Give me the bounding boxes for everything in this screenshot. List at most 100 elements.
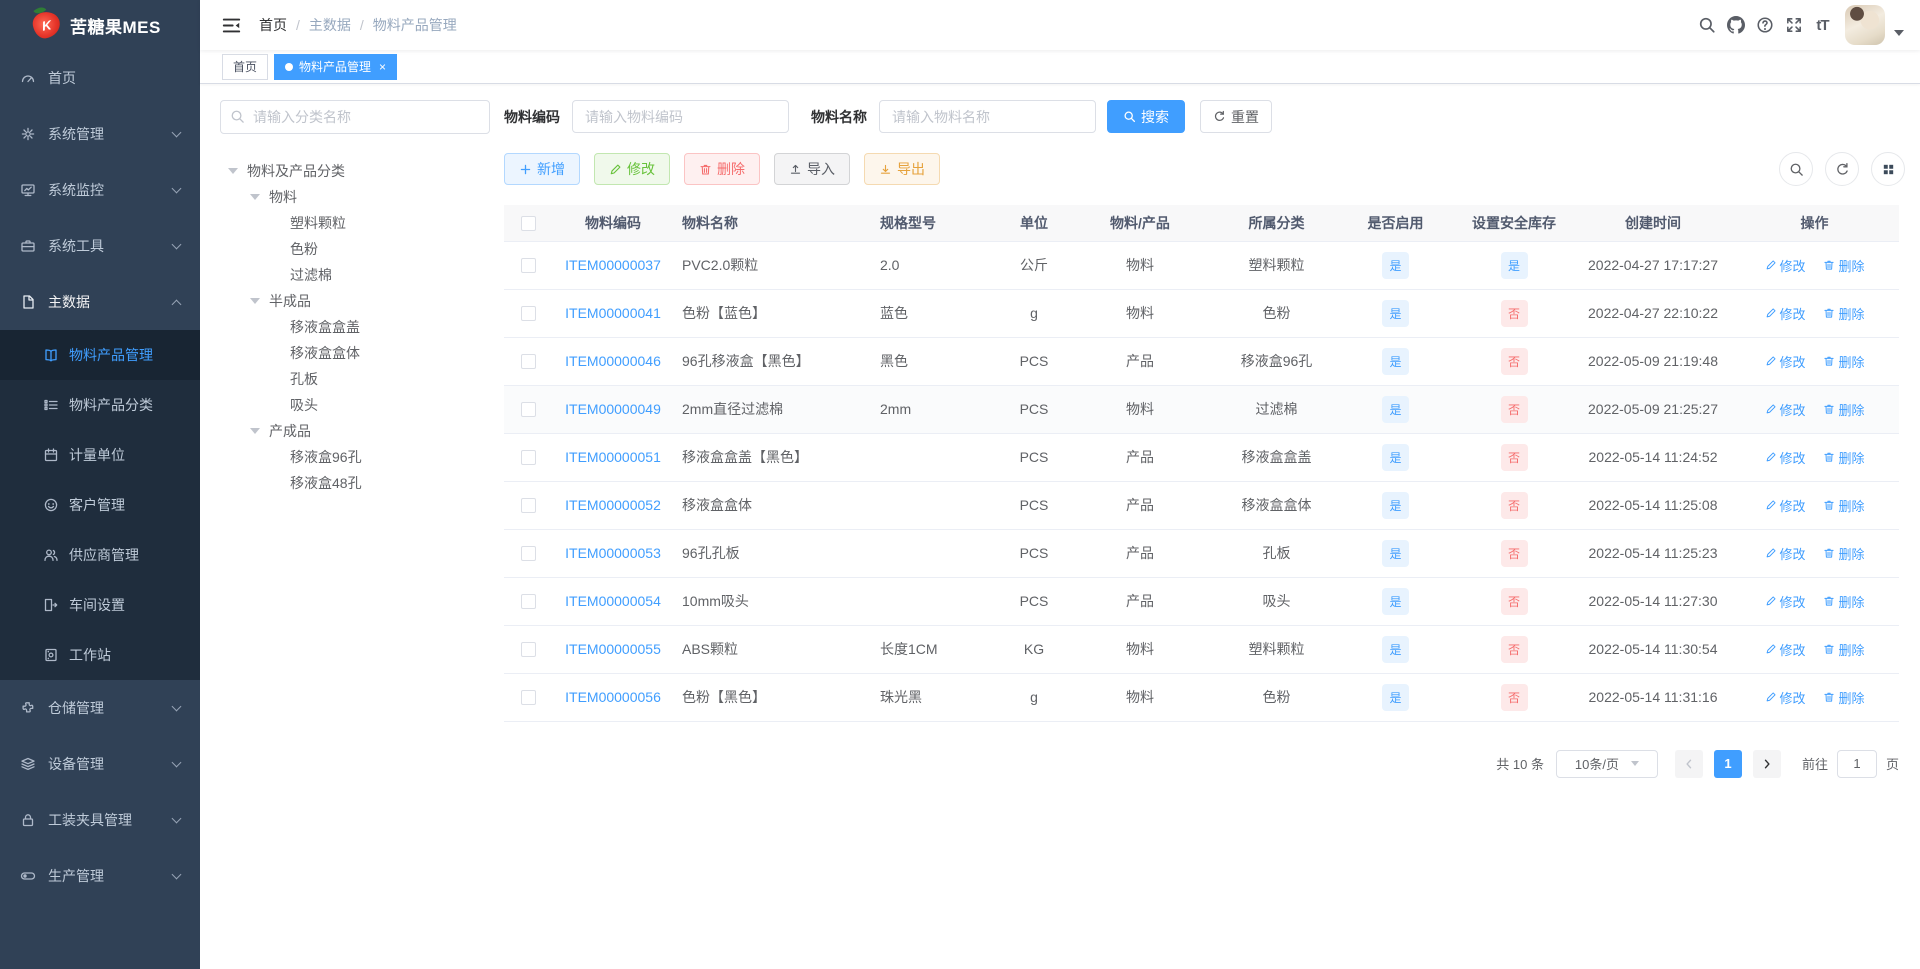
import-button[interactable]: 导入 bbox=[774, 153, 850, 185]
sidebar-item[interactable]: 供应商管理 bbox=[0, 530, 200, 580]
sidebar-item[interactable]: 首页 bbox=[0, 50, 200, 106]
code-filter-input[interactable] bbox=[572, 100, 789, 133]
caret-down-icon[interactable] bbox=[250, 194, 260, 200]
caret-down-icon[interactable] bbox=[250, 428, 260, 434]
row-checkbox[interactable] bbox=[520, 498, 536, 514]
row-edit-link[interactable]: 修改 bbox=[1765, 304, 1806, 323]
row-delete-link[interactable]: 删除 bbox=[1823, 400, 1864, 419]
github-icon[interactable] bbox=[1721, 10, 1750, 40]
caret-down-icon[interactable] bbox=[1894, 30, 1904, 36]
tree-node[interactable]: 移液盒96孔 bbox=[220, 444, 490, 470]
next-page-button[interactable] bbox=[1752, 749, 1781, 778]
row-checkbox[interactable] bbox=[520, 594, 536, 610]
row-edit-link[interactable]: 修改 bbox=[1765, 688, 1806, 707]
item-code-link[interactable]: ITEM00000037 bbox=[565, 257, 661, 273]
search-button[interactable]: 搜索 bbox=[1107, 100, 1185, 133]
prev-page-button[interactable] bbox=[1674, 749, 1703, 778]
sidebar-item[interactable]: 系统管理 bbox=[0, 106, 200, 162]
item-code-link[interactable]: ITEM00000051 bbox=[565, 449, 661, 465]
row-checkbox[interactable] bbox=[520, 354, 536, 370]
item-code-link[interactable]: ITEM00000052 bbox=[565, 497, 661, 513]
item-code-link[interactable]: ITEM00000049 bbox=[565, 401, 661, 417]
row-checkbox[interactable] bbox=[520, 258, 536, 274]
tree-node[interactable]: 物料 bbox=[220, 184, 490, 210]
sidebar-item[interactable]: 车间设置 bbox=[0, 580, 200, 630]
sidebar-item[interactable]: 物料产品管理 bbox=[0, 330, 200, 380]
sidebar-item[interactable]: 设备管理 bbox=[0, 736, 200, 792]
goto-page-input[interactable] bbox=[1836, 749, 1877, 778]
row-delete-link[interactable]: 删除 bbox=[1823, 304, 1864, 323]
item-code-link[interactable]: ITEM00000055 bbox=[565, 641, 661, 657]
category-search-input[interactable] bbox=[220, 100, 490, 134]
row-delete-link[interactable]: 删除 bbox=[1823, 640, 1864, 659]
sidebar-item[interactable]: 主数据 bbox=[0, 274, 200, 330]
item-code-link[interactable]: ITEM00000054 bbox=[565, 593, 661, 609]
sidebar-item[interactable]: 系统工具 bbox=[0, 218, 200, 274]
tree-node[interactable]: 半成品 bbox=[220, 288, 490, 314]
tree-node[interactable]: 塑料颗粒 bbox=[220, 210, 490, 236]
tree-node[interactable]: 移液盒48孔 bbox=[220, 470, 490, 496]
show-search-button[interactable] bbox=[1779, 152, 1813, 186]
row-edit-link[interactable]: 修改 bbox=[1765, 544, 1806, 563]
sidebar-item[interactable]: 生产管理 bbox=[0, 848, 200, 904]
row-delete-link[interactable]: 删除 bbox=[1823, 448, 1864, 467]
sidebar-item[interactable]: 仓储管理 bbox=[0, 680, 200, 736]
row-checkbox[interactable] bbox=[520, 690, 536, 706]
fullscreen-icon[interactable] bbox=[1779, 10, 1808, 40]
row-checkbox[interactable] bbox=[520, 450, 536, 466]
reset-button[interactable]: 重置 bbox=[1200, 100, 1272, 133]
tab-material-product[interactable]: 物料产品管理 × bbox=[274, 53, 398, 80]
row-checkbox[interactable] bbox=[520, 306, 536, 322]
sidebar-item[interactable]: 计量单位 bbox=[0, 430, 200, 480]
sidebar-item[interactable]: 工作站 bbox=[0, 630, 200, 680]
sidebar-collapse-icon[interactable] bbox=[222, 16, 241, 35]
item-code-link[interactable]: ITEM00000046 bbox=[565, 353, 661, 369]
refresh-button[interactable] bbox=[1825, 152, 1859, 186]
close-icon[interactable]: × bbox=[379, 61, 386, 73]
row-delete-link[interactable]: 删除 bbox=[1823, 496, 1864, 515]
caret-down-icon[interactable] bbox=[250, 298, 260, 304]
sidebar-item[interactable]: 物料产品分类 bbox=[0, 380, 200, 430]
current-page[interactable]: 1 bbox=[1713, 749, 1742, 778]
row-checkbox[interactable] bbox=[520, 402, 536, 418]
tree-node[interactable]: 孔板 bbox=[220, 366, 490, 392]
row-delete-link[interactable]: 删除 bbox=[1823, 544, 1864, 563]
row-delete-link[interactable]: 删除 bbox=[1823, 688, 1864, 707]
tab-home[interactable]: 首页 bbox=[222, 53, 269, 80]
tree-node[interactable]: 产成品 bbox=[220, 418, 490, 444]
breadcrumb-home[interactable]: 首页 bbox=[259, 15, 287, 35]
row-edit-link[interactable]: 修改 bbox=[1765, 640, 1806, 659]
item-code-link[interactable]: ITEM00000041 bbox=[565, 305, 661, 321]
tree-node[interactable]: 移液盒盒盖 bbox=[220, 314, 490, 340]
column-settings-button[interactable] bbox=[1871, 152, 1905, 186]
row-edit-link[interactable]: 修改 bbox=[1765, 400, 1806, 419]
row-edit-link[interactable]: 修改 bbox=[1765, 448, 1806, 467]
page-size-select[interactable]: 10条/页 bbox=[1555, 749, 1658, 778]
row-delete-link[interactable]: 删除 bbox=[1823, 256, 1864, 275]
row-edit-link[interactable]: 修改 bbox=[1765, 352, 1806, 371]
tree-node[interactable]: 移液盒盒体 bbox=[220, 340, 490, 366]
sidebar-item[interactable]: 工装夹具管理 bbox=[0, 792, 200, 848]
tree-node[interactable]: 过滤棉 bbox=[220, 262, 490, 288]
delete-button[interactable]: 删除 bbox=[684, 153, 760, 185]
sidebar-item[interactable]: 客户管理 bbox=[0, 480, 200, 530]
item-code-link[interactable]: ITEM00000056 bbox=[565, 689, 661, 705]
row-checkbox[interactable] bbox=[520, 546, 536, 562]
sidebar-item[interactable]: 系统监控 bbox=[0, 162, 200, 218]
row-edit-link[interactable]: 修改 bbox=[1765, 496, 1806, 515]
row-delete-link[interactable]: 删除 bbox=[1823, 592, 1864, 611]
tree-node[interactable]: 色粉 bbox=[220, 236, 490, 262]
font-size-icon[interactable]: tT bbox=[1808, 10, 1837, 40]
search-icon[interactable] bbox=[1692, 10, 1721, 40]
help-icon[interactable] bbox=[1750, 10, 1779, 40]
export-button[interactable]: 导出 bbox=[864, 153, 940, 185]
breadcrumb-item[interactable]: 主数据 bbox=[309, 15, 351, 35]
add-button[interactable]: 新增 bbox=[504, 153, 580, 185]
tree-node[interactable]: 物料及产品分类 bbox=[220, 158, 490, 184]
name-filter-input[interactable] bbox=[879, 100, 1096, 133]
tree-node[interactable]: 吸头 bbox=[220, 392, 490, 418]
edit-button[interactable]: 修改 bbox=[594, 153, 670, 185]
row-delete-link[interactable]: 删除 bbox=[1823, 352, 1864, 371]
avatar[interactable] bbox=[1845, 5, 1885, 45]
row-checkbox[interactable] bbox=[520, 642, 536, 658]
